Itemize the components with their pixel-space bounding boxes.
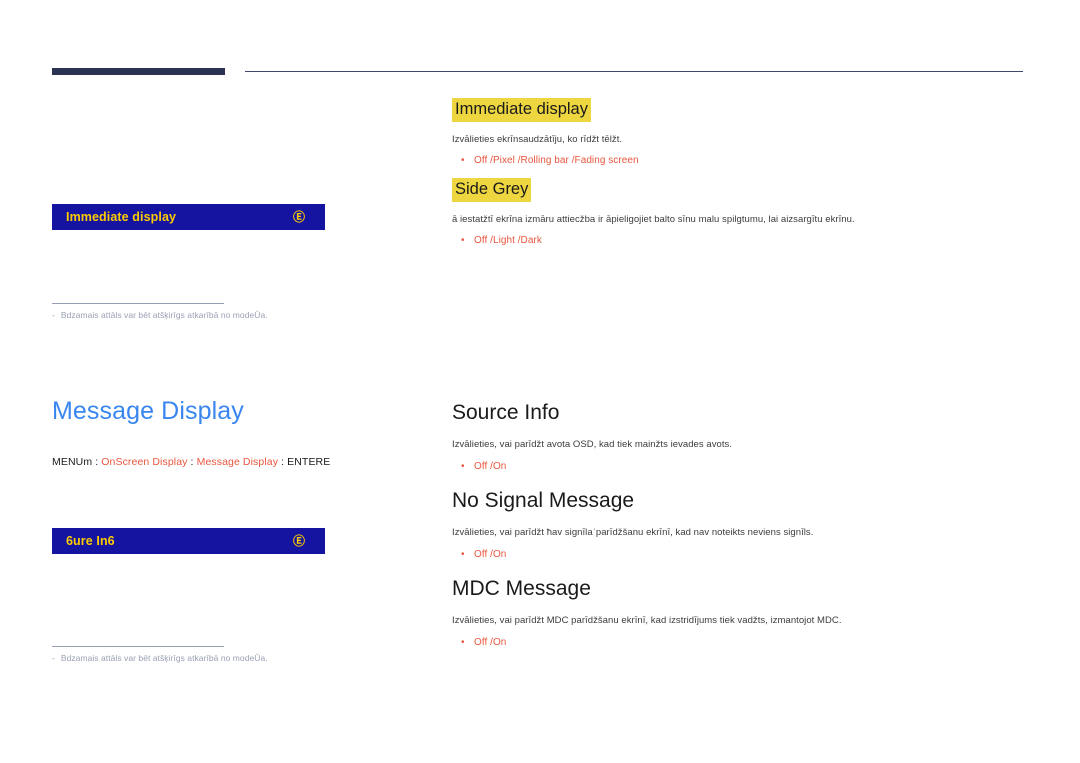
- topic-description: Izvālieties, vai parīdžt avota OSD, kad …: [452, 439, 733, 451]
- topic-option-values[interactable]: Off /On: [474, 461, 506, 472]
- topic-option-values[interactable]: Off /On: [474, 549, 506, 560]
- osd-menu-label: Immediate display: [66, 210, 177, 224]
- topic-options-row: • Off /On: [452, 549, 1037, 560]
- breadcrumb-separator-2: :: [190, 456, 194, 468]
- breadcrumb-item-onscreen-display[interactable]: OnScreen Display: [101, 456, 187, 468]
- footnote-dash: -: [52, 653, 55, 663]
- topic-side-grey: Side Grey ā iestatžtī ekrīna izmāru atti…: [452, 178, 1037, 246]
- page-header-rule: [0, 0, 1080, 90]
- topic-option-values[interactable]: Off /Pixel /Rolling bar /Fading screen: [474, 155, 639, 166]
- topic-option-values[interactable]: Off /Light /Dark: [474, 235, 542, 246]
- footnote-text: Bdzamais attāls var bēt atšķirīgs atkarī…: [60, 653, 268, 663]
- osd-panel-source-info: 6ure In6 Ⓔ: [52, 528, 325, 554]
- breadcrumb-separator-3: :: [281, 456, 285, 468]
- footnote-divider: [52, 646, 224, 647]
- topic-title: Side Grey: [452, 178, 532, 202]
- topic-title: Source Info: [452, 401, 560, 424]
- breadcrumb-menu-label: MENUm: [52, 456, 93, 468]
- osd-menu-label: 6ure In6: [66, 534, 115, 548]
- footnote-block-two: - Bdzamais attāls var bēt atšķirīgs atka…: [52, 646, 352, 664]
- footnote-two: - Bdzamais attāls var bēt atšķirīgs atka…: [52, 653, 352, 664]
- breadcrumb-separator-1: :: [95, 456, 99, 468]
- osd-menu-row[interactable]: Immediate display Ⓔ: [52, 204, 325, 230]
- topic-options-row: • Off /On: [452, 461, 1037, 472]
- circled-enter-icon: Ⓔ: [292, 534, 305, 548]
- bullet-icon: •: [461, 235, 465, 247]
- topic-description: ā iestatžtī ekrīna izmāru attiecžba ir ā…: [452, 213, 855, 225]
- osd-panel-immediate-display: Immediate display Ⓔ: [52, 204, 325, 230]
- topic-mdc-message: MDC Message Izvālieties, vai parīdžt MDC…: [452, 576, 1037, 648]
- bullet-icon: •: [461, 461, 465, 472]
- breadcrumb: MENUm : OnScreen Display : Message Displ…: [52, 456, 330, 469]
- topic-description: Izvālieties, vai parīdžt ħav signīlaˈpar…: [452, 527, 814, 539]
- circled-enter-icon: Ⓔ: [292, 210, 305, 224]
- breadcrumb-enter-label: ENTERE: [287, 456, 331, 468]
- topic-options-row: • Off /Pixel /Rolling bar /Fading screen: [452, 155, 1037, 166]
- bullet-icon: •: [461, 155, 465, 167]
- topic-option-values[interactable]: Off /On: [474, 637, 506, 648]
- page-title: Message Display: [52, 397, 244, 425]
- breadcrumb-item-message-display[interactable]: Message Display: [197, 456, 278, 468]
- osd-menu-row[interactable]: 6ure In6 Ⓔ: [52, 528, 325, 554]
- topic-immediate-display: Immediate display Izvālieties ekrīnsaudz…: [452, 98, 1037, 166]
- topic-title: Immediate display: [452, 98, 591, 122]
- footnote-one: - Bdzamais attāls var bēt atšķirīgs atka…: [52, 310, 352, 321]
- topic-description: Izvālieties ekrīnsaudzātīju, ko rīdžt tē…: [452, 133, 623, 145]
- footnote-divider: [52, 303, 224, 304]
- header-thin-rule: [245, 71, 1023, 72]
- topic-title: No Signal Message: [452, 489, 635, 512]
- footnote-dash: -: [52, 310, 55, 320]
- footnote-block-one: - Bdzamais attāls var bēt atšķirīgs atka…: [52, 303, 352, 321]
- footnote-text: Bdzamais attāls var bēt atšķirīgs atkarī…: [60, 310, 268, 320]
- bullet-icon: •: [461, 637, 465, 648]
- topic-options-row: • Off /On: [452, 637, 1037, 648]
- topic-title: MDC Message: [452, 577, 591, 600]
- header-accent-bar: [52, 68, 225, 75]
- topic-no-signal-message: No Signal Message Izvālieties, vai parīd…: [452, 488, 1037, 560]
- topic-source-info: Source Info Izvālieties, vai parīdžt avo…: [452, 400, 1037, 472]
- topic-options-row: • Off /Light /Dark: [452, 235, 1037, 246]
- topic-description: Izvālieties, vai parīdžt MDC parīdžšanu …: [452, 615, 842, 627]
- bullet-icon: •: [461, 549, 465, 560]
